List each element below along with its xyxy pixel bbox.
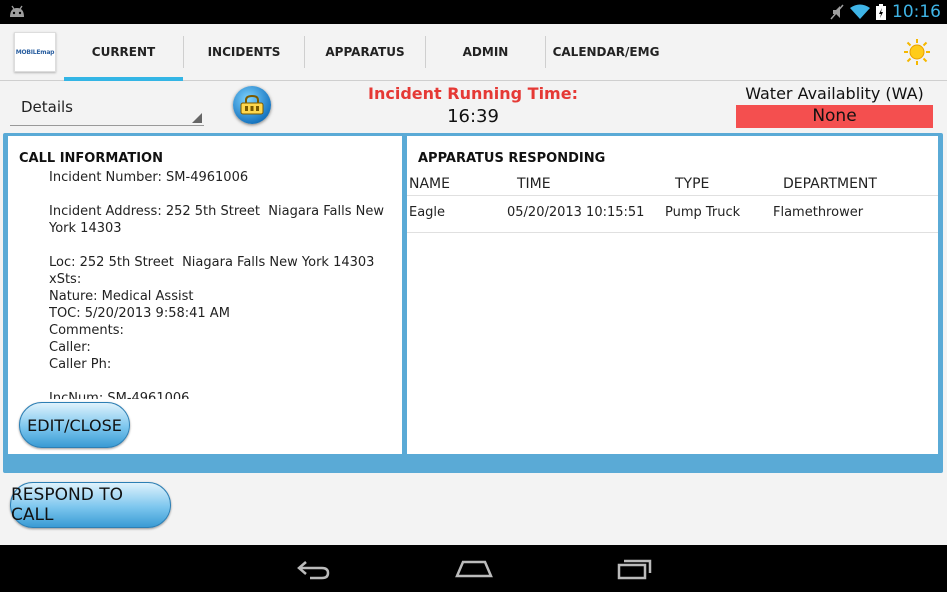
call-information-text[interactable]: Incident Number: SM-4961006 Incident Add…: [49, 169, 389, 399]
lock-icon: [240, 94, 264, 115]
home-icon[interactable]: [455, 558, 493, 580]
recent-apps-icon[interactable]: [616, 558, 652, 580]
call-info-line: Caller Ph:: [49, 357, 112, 372]
call-info-line: Loc: 252 5th Street Niagara Falls New Yo…: [49, 255, 375, 270]
call-info-line: Caller:: [49, 340, 91, 355]
wifi-icon: [850, 4, 870, 19]
call-information-title: CALL INFORMATION: [19, 151, 163, 166]
details-dropdown-value: Details: [21, 98, 74, 116]
tab-bar: MOBILEmap CURRENT INCIDENTS APPARATUS AD…: [0, 24, 947, 81]
cell-type: Pump Truck: [665, 205, 741, 220]
details-dropdown[interactable]: Details: [10, 90, 204, 126]
mute-icon: [830, 4, 844, 20]
call-info-line: [49, 373, 389, 390]
app-window: MOBILEmap CURRENT INCIDENTS APPARATUS AD…: [0, 24, 947, 545]
apparatus-panel: APPARATUS RESPONDING NAME TIME TYPE DEPA…: [407, 136, 938, 454]
table-row[interactable]: Eagle 05/20/2013 10:15:51 Pump Truck Fla…: [407, 200, 938, 233]
tab-calendar-emg[interactable]: CALENDAR/EMG: [546, 24, 666, 80]
tab-admin[interactable]: ADMIN: [426, 24, 545, 80]
tab-apparatus[interactable]: APPARATUS: [305, 24, 425, 80]
water-availability-label: Water Availablity (WA): [745, 84, 924, 103]
status-time: 10:16: [892, 2, 941, 22]
call-info-line: [49, 186, 389, 203]
water-availability-value: None: [736, 105, 933, 128]
call-info-line: IncNum: SM-4961006: [49, 391, 190, 399]
cell-name: Eagle: [409, 205, 446, 220]
column-header-time: TIME: [517, 176, 551, 192]
apparatus-table-header: NAME TIME TYPE DEPARTMENT: [407, 176, 938, 196]
main-panels: CALL INFORMATION Incident Number: SM-496…: [3, 133, 943, 473]
status-bar: 10:16: [0, 0, 947, 24]
app-logo: MOBILEmap: [14, 32, 56, 72]
tab-current[interactable]: CURRENT: [64, 24, 183, 81]
column-header-department: DEPARTMENT: [783, 176, 877, 192]
call-info-line: Comments:: [49, 323, 124, 338]
android-notification-icon: [10, 5, 24, 17]
call-info-line: Incident Address: 252 5th Street Niagara…: [49, 204, 389, 236]
cell-department: Flamethrower: [773, 205, 864, 220]
sun-icon[interactable]: [903, 38, 931, 66]
navigation-bar: [0, 545, 947, 592]
battery-icon: [876, 4, 886, 20]
back-icon[interactable]: [296, 558, 332, 580]
dropdown-caret-icon: [192, 113, 202, 123]
column-header-type: TYPE: [675, 176, 710, 192]
logo-text: MOBILEmap: [15, 48, 55, 56]
call-information-panel: CALL INFORMATION Incident Number: SM-496…: [8, 136, 402, 454]
tab-incidents[interactable]: INCIDENTS: [184, 24, 304, 80]
call-info-line: Nature: Medical Assist: [49, 289, 194, 304]
call-info-line: [49, 237, 389, 254]
running-time-label: Incident Running Time:: [368, 84, 578, 103]
edit-close-button[interactable]: EDIT/CLOSE: [19, 402, 130, 448]
column-header-name: NAME: [409, 176, 450, 192]
cell-time: 05/20/2013 10:15:51: [507, 205, 645, 220]
apparatus-title: APPARATUS RESPONDING: [418, 151, 606, 166]
running-time-value: 16:39: [447, 106, 499, 127]
call-info-line: TOC: 5/20/2013 9:58:41 AM: [49, 306, 230, 321]
call-info-line: Incident Number: SM-4961006: [49, 170, 249, 185]
lock-button[interactable]: [233, 86, 271, 124]
respond-to-call-button[interactable]: RESPOND TO CALL: [10, 482, 171, 528]
call-info-line: xSts:: [49, 272, 82, 287]
